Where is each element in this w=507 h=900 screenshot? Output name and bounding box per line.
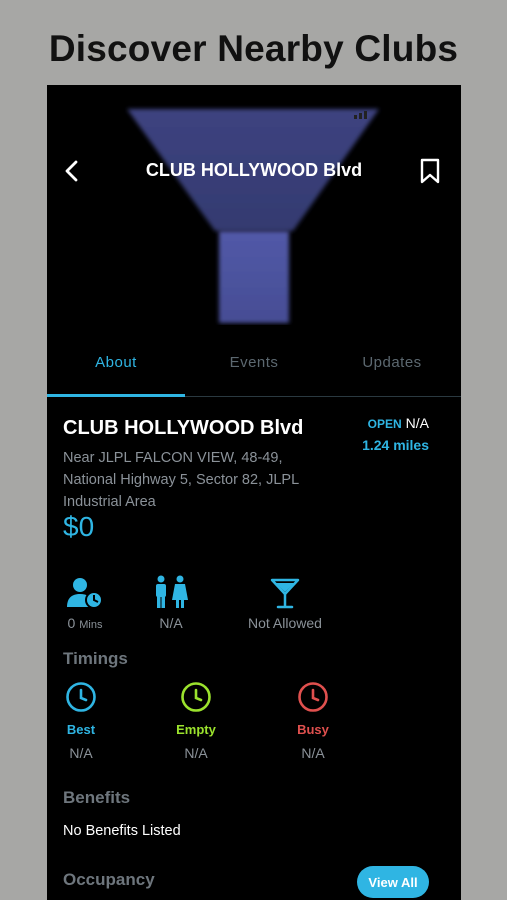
gender-stat: N/A	[147, 575, 195, 631]
drinks-stat: Not Allowed	[237, 575, 333, 631]
wait-time-stat: 0 Mins	[63, 575, 107, 631]
timings-title: Timings	[63, 649, 128, 668]
bookmark-icon	[420, 158, 440, 184]
wait-unit: Mins	[79, 619, 103, 631]
timing-empty: Empty N/A	[166, 681, 226, 761]
open-label: OPEN	[367, 417, 402, 431]
club-address: Near JLPL FALCON VIEW, 48-49, National H…	[63, 450, 299, 510]
tab-updates[interactable]: Updates	[323, 340, 461, 396]
timing-best-value: N/A	[69, 745, 93, 761]
drinks-value: Not Allowed	[248, 615, 322, 631]
clock-icon	[181, 682, 211, 712]
club-name: CLUB HOLLYWOOD Blvd	[63, 417, 304, 439]
status-signal-icon	[354, 111, 367, 119]
back-arrow-icon	[65, 160, 78, 182]
gender-value: N/A	[159, 615, 183, 631]
promo-title: Discover Nearby Clubs	[48, 28, 459, 69]
tab-events[interactable]: Events	[185, 340, 323, 396]
cocktail-glass-icon	[270, 578, 300, 609]
timing-busy-label: Busy	[297, 722, 329, 737]
spotlight-graphic	[127, 109, 379, 323]
bookmark-button[interactable]	[415, 155, 445, 187]
tab-bar: About Events Updates	[47, 340, 461, 397]
tab-about[interactable]: About	[47, 340, 185, 397]
wait-value: 0	[67, 615, 76, 631]
occupancy-title: Occupancy	[63, 870, 155, 889]
phone-screen: CLUB HOLLYWOOD Blvd About Events Updates…	[47, 85, 461, 900]
benefits-title: Benefits	[63, 788, 131, 807]
clock-icon	[298, 682, 328, 712]
male-female-icon	[156, 575, 188, 608]
back-button[interactable]	[57, 155, 87, 187]
price: $0	[63, 511, 95, 542]
timing-busy: Busy N/A	[283, 681, 343, 761]
view-all-button[interactable]: View All	[357, 866, 429, 898]
timing-best: Best N/A	[51, 681, 111, 761]
open-status: OPEN N/A	[368, 415, 429, 431]
timing-best-label: Best	[66, 722, 96, 737]
timing-empty-label: Empty	[176, 722, 216, 737]
distance: 1.24 miles	[362, 437, 429, 453]
open-value: N/A	[405, 415, 429, 431]
benefits-text: No Benefits Listed	[63, 823, 181, 839]
person-clock-icon	[67, 578, 103, 609]
timing-empty-value: N/A	[184, 745, 208, 761]
clock-icon	[66, 682, 96, 712]
page-title: CLUB HOLLYWOOD Blvd	[145, 160, 363, 180]
timing-busy-value: N/A	[301, 745, 325, 761]
hero-image: CLUB HOLLYWOOD Blvd	[47, 85, 461, 325]
top-bar: CLUB HOLLYWOOD Blvd	[47, 147, 461, 195]
